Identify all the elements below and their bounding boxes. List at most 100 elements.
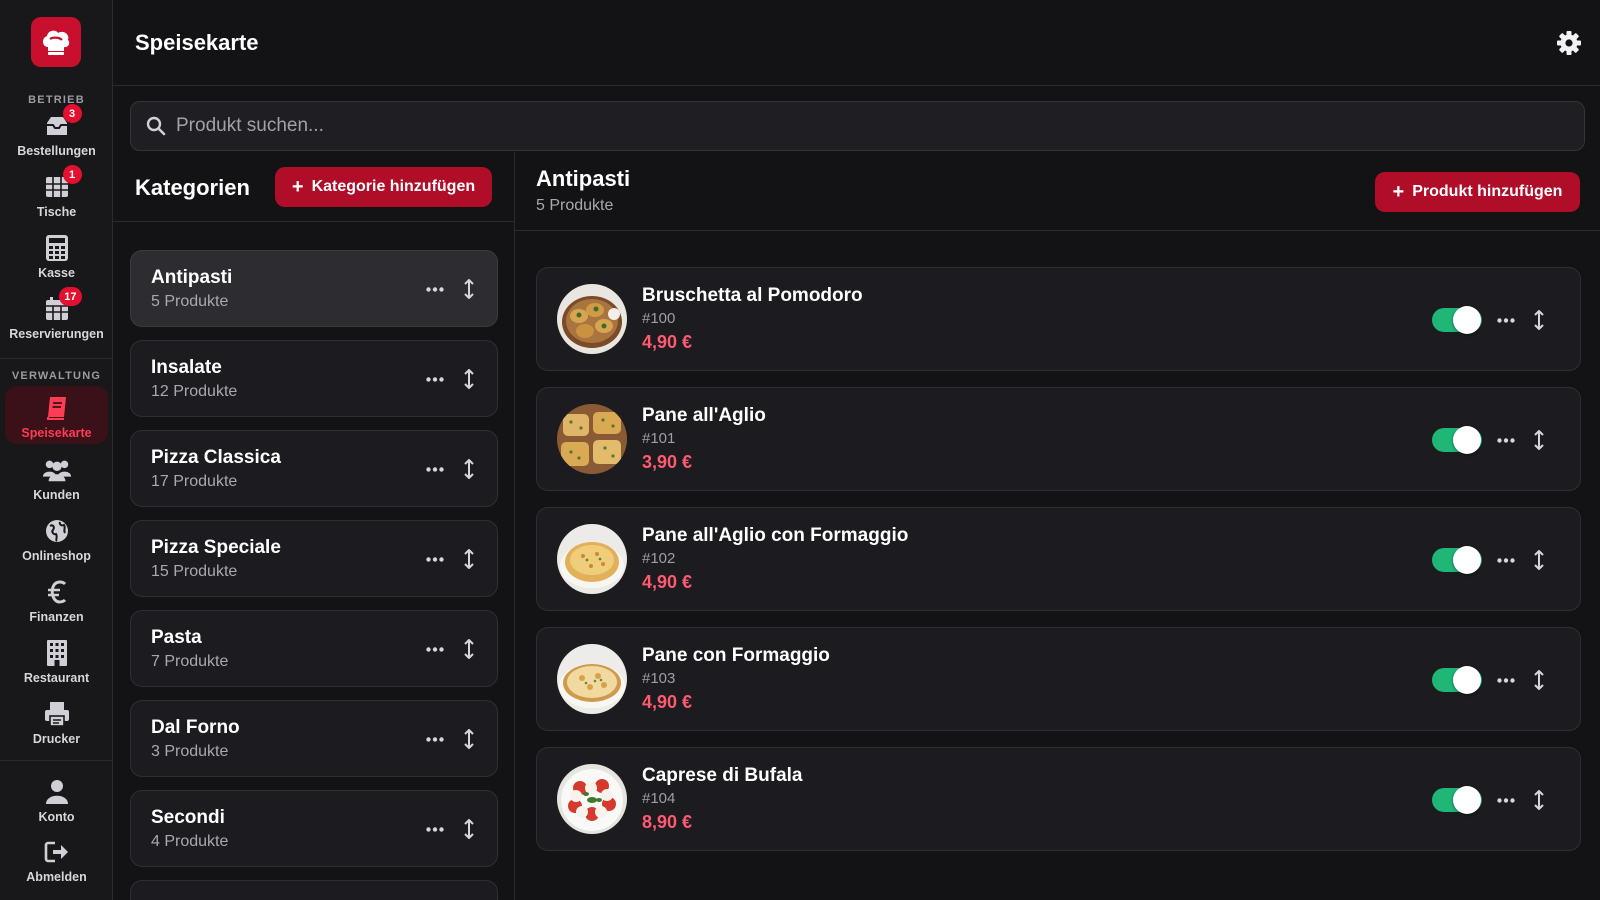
toggle-knob xyxy=(1453,306,1481,334)
sidebar-item-restaurant[interactable]: Restaurant xyxy=(5,631,108,689)
plus-icon: + xyxy=(291,176,304,198)
sidebar-item-speisekarte[interactable]: Speisekarte xyxy=(5,386,108,444)
more-options-icon[interactable] xyxy=(423,729,447,749)
chef-hat-icon xyxy=(42,30,70,55)
sidebar-item-abmelden[interactable]: Abmelden xyxy=(5,830,108,888)
sidebar-item-label: Tische xyxy=(36,205,77,219)
category-item-partial[interactable] xyxy=(130,880,498,900)
inbox-icon: 3 xyxy=(42,104,82,140)
more-options-icon[interactable] xyxy=(423,369,447,389)
more-options-icon[interactable] xyxy=(423,279,447,299)
category-name: Pasta xyxy=(151,627,202,648)
drag-handle-icon[interactable] xyxy=(1531,309,1547,331)
drag-handle-icon[interactable] xyxy=(461,728,477,750)
availability-toggle[interactable] xyxy=(1432,306,1482,334)
more-options-icon[interactable] xyxy=(423,639,447,659)
product-item-bruschetta-al-pomodoro[interactable]: Bruschetta al Pomodoro #100 4,90 € xyxy=(536,267,1581,371)
calendar-icon: 17 xyxy=(42,287,82,323)
availability-toggle[interactable] xyxy=(1432,666,1482,694)
category-item-pizza-speciale[interactable]: Pizza Speciale 15 Produkte xyxy=(130,520,498,597)
category-count: 3 Produkte xyxy=(151,743,229,760)
drag-handle-icon[interactable] xyxy=(1531,669,1547,691)
sidebar-item-label: Drucker xyxy=(32,732,81,746)
product-number: #100 xyxy=(642,310,676,327)
more-options-icon[interactable] xyxy=(1494,790,1518,810)
availability-toggle[interactable] xyxy=(1432,546,1482,574)
more-options-icon[interactable] xyxy=(423,819,447,839)
sidebar-item-label: Konto xyxy=(38,810,75,824)
category-name: Secondi xyxy=(151,807,225,828)
availability-toggle[interactable] xyxy=(1432,786,1482,814)
drag-handle-icon[interactable] xyxy=(461,278,477,300)
search-input[interactable] xyxy=(176,115,1584,137)
add-product-button[interactable]: + Produkt hinzufügen xyxy=(1375,172,1580,212)
drag-handle-icon[interactable] xyxy=(461,548,477,570)
product-image xyxy=(557,764,627,834)
sidebar-item-kasse[interactable]: Kasse xyxy=(5,226,108,284)
product-price: 4,90 € xyxy=(642,692,693,712)
category-item-secondi[interactable]: Secondi 4 Produkte xyxy=(130,790,498,867)
gear-icon[interactable] xyxy=(1556,30,1582,56)
product-item-pane-all-aglio-con-formaggio[interactable]: Pane all'Aglio con Formaggio #102 4,90 € xyxy=(536,507,1581,611)
product-number: #104 xyxy=(642,790,676,807)
more-options-icon[interactable] xyxy=(423,459,447,479)
sidebar-item-tische[interactable]: 1 Tische xyxy=(5,165,108,223)
category-name: Dal Forno xyxy=(151,717,240,738)
drag-handle-icon[interactable] xyxy=(1531,789,1547,811)
drag-handle-icon[interactable] xyxy=(461,638,477,660)
plus-icon: + xyxy=(1392,181,1405,203)
drag-handle-icon[interactable] xyxy=(1531,549,1547,571)
app-logo[interactable] xyxy=(31,17,81,67)
product-name: Pane con Formaggio xyxy=(642,645,830,666)
more-options-icon[interactable] xyxy=(1494,310,1518,330)
more-options-icon[interactable] xyxy=(1494,550,1518,570)
category-name: Pizza Classica xyxy=(151,447,281,468)
product-image xyxy=(557,404,627,474)
more-options-icon[interactable] xyxy=(1494,670,1518,690)
category-name: Antipasti xyxy=(151,267,233,288)
sidebar-item-drucker[interactable]: Drucker xyxy=(5,692,108,750)
toggle-knob xyxy=(1453,786,1481,814)
drag-handle-icon[interactable] xyxy=(461,818,477,840)
sidebar-item-kunden[interactable]: Kunden xyxy=(5,448,108,506)
products-title: Antipasti xyxy=(536,166,631,191)
category-item-antipasti[interactable]: Antipasti 5 Produkte xyxy=(130,250,498,327)
category-item-insalate[interactable]: Insalate 12 Produkte xyxy=(130,340,498,417)
sidebar-item-label: Finanzen xyxy=(29,610,84,624)
availability-toggle[interactable] xyxy=(1432,426,1482,454)
more-options-icon[interactable] xyxy=(1494,430,1518,450)
sidebar-divider xyxy=(0,358,113,359)
sidebar-item-label: Onlineshop xyxy=(22,549,91,563)
category-count: 15 Produkte xyxy=(151,563,238,580)
sidebar-item-reservierungen[interactable]: 17 Reservierungen xyxy=(5,287,108,345)
product-item-pane-all-aglio[interactable]: Pane all'Aglio #101 3,90 € xyxy=(536,387,1581,491)
product-image xyxy=(557,644,627,714)
drag-handle-icon[interactable] xyxy=(1531,429,1547,451)
drag-handle-icon[interactable] xyxy=(461,458,477,480)
category-count: 7 Produkte xyxy=(151,653,229,670)
product-item-caprese-di-bufala[interactable]: Caprese di Bufala #104 8,90 € xyxy=(536,747,1581,851)
category-item-pizza-classica[interactable]: Pizza Classica 17 Produkte xyxy=(130,430,498,507)
drag-handle-icon[interactable] xyxy=(461,368,477,390)
add-product-label: Produkt hinzufügen xyxy=(1412,183,1563,200)
products-header: Antipasti 5 Produkte + Produkt hinzufüge… xyxy=(515,152,1600,231)
add-category-button[interactable]: + Kategorie hinzufügen xyxy=(275,167,492,207)
sidebar-item-finanzen[interactable]: Finanzen xyxy=(5,570,108,628)
category-item-dal-forno[interactable]: Dal Forno 3 Produkte xyxy=(130,700,498,777)
product-name: Bruschetta al Pomodoro xyxy=(642,285,863,306)
category-count: 5 Produkte xyxy=(151,293,229,310)
product-item-pane-con-formaggio[interactable]: Pane con Formaggio #103 4,90 € xyxy=(536,627,1581,731)
category-item-pasta[interactable]: Pasta 7 Produkte xyxy=(130,610,498,687)
sidebar-item-konto[interactable]: Konto xyxy=(5,770,108,828)
building-icon xyxy=(42,639,72,667)
sidebar-item-onlineshop[interactable]: Onlineshop xyxy=(5,509,108,567)
user-icon xyxy=(42,778,72,806)
more-options-icon[interactable] xyxy=(423,549,447,569)
category-count: 12 Produkte xyxy=(151,383,238,400)
product-price: 4,90 € xyxy=(642,332,693,352)
sidebar-item-label: Restaurant xyxy=(23,671,90,685)
products-count: 5 Produkte xyxy=(536,197,614,214)
top-bar: Speisekarte xyxy=(113,0,1600,86)
sidebar-item-bestellungen[interactable]: 3 Bestellungen xyxy=(5,104,108,162)
notification-badge: 17 xyxy=(59,287,82,306)
